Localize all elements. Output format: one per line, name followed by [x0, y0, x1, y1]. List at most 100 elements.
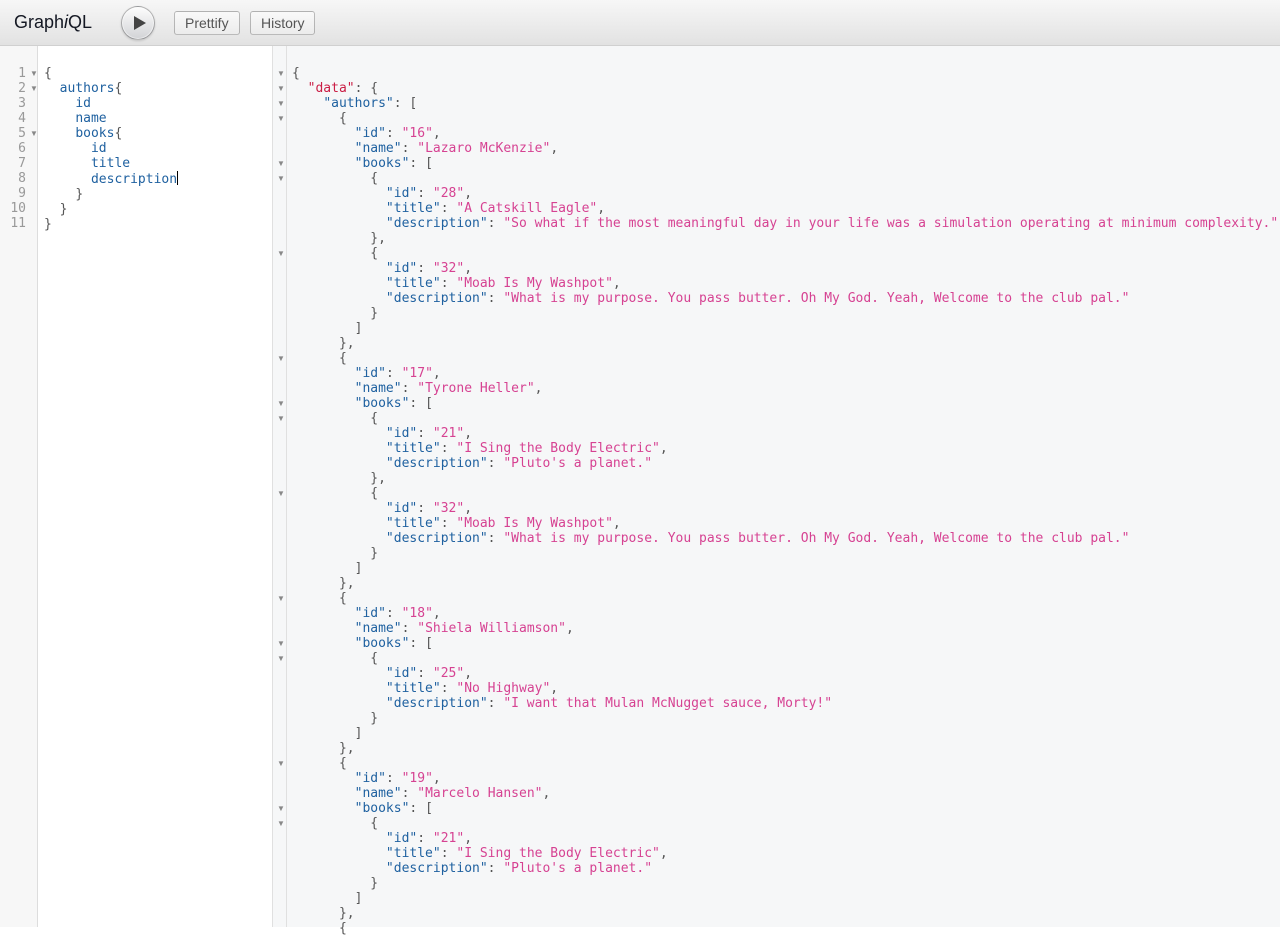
fold-arrow-icon[interactable]: ▼: [277, 66, 285, 81]
query-line: books{: [44, 126, 178, 141]
json-value: "17": [401, 366, 433, 381]
json-value: "Marcelo Hansen": [417, 786, 543, 801]
result-line: ]: [292, 891, 363, 906]
json-value: "16": [401, 126, 433, 141]
fold-arrow-icon[interactable]: ▼: [277, 816, 285, 831]
result-line: "description": "What is my purpose. You …: [385, 291, 1130, 306]
line-number: 5: [18, 126, 26, 141]
fold-arrow-icon[interactable]: ▼: [277, 111, 285, 126]
json-key: "title": [385, 516, 441, 531]
result-line: {: [292, 486, 379, 501]
history-button[interactable]: History: [250, 11, 315, 35]
fold-arrow-icon[interactable]: ▼: [277, 756, 285, 771]
line-number: 1: [18, 66, 26, 81]
result-line: "authors": [: [323, 96, 418, 111]
query-text[interactable]: { authors{ id name books{ id title descr…: [44, 66, 179, 232]
result-line: "title": "No Highway",: [385, 681, 559, 696]
query-line: name: [44, 111, 178, 126]
result-line: "title": "Moab Is My Washpot",: [385, 276, 621, 291]
result-line: },: [292, 471, 386, 486]
query-line: }: [44, 202, 178, 217]
result-line: {: [292, 351, 347, 366]
query-field: name: [75, 111, 107, 126]
result-line: "title": "A Catskill Eagle",: [385, 201, 606, 216]
result-line: "books": [: [354, 396, 433, 411]
fold-arrow-icon[interactable]: ▼: [277, 246, 285, 261]
query-line: description: [44, 171, 179, 187]
fold-arrow-icon[interactable]: ▼: [30, 126, 38, 141]
toolbar: GraphiQL Prettify History: [0, 0, 1280, 46]
json-value: "So what if the most meaningful day in y…: [503, 216, 1279, 231]
result-line: "name": "Shiela Williamson",: [354, 621, 574, 636]
json-key: "name": [354, 381, 402, 396]
result-line: "name": "Lazaro McKenzie",: [354, 141, 559, 156]
json-key: "id": [354, 606, 386, 621]
json-key: "name": [354, 786, 402, 801]
result-json: { "data": { "authors": [ { "id": "16", "…: [292, 66, 1278, 936]
fold-arrow-icon[interactable]: ▼: [277, 351, 285, 366]
json-key: "title": [385, 441, 441, 456]
fold-arrow-icon[interactable]: ▼: [277, 486, 285, 501]
result-line: "id": "32",: [385, 261, 473, 276]
line-number: 6: [18, 141, 26, 156]
brace: }: [59, 202, 68, 217]
line-number: 7: [18, 156, 26, 171]
result-line: {: [292, 756, 347, 771]
query-field: title: [90, 156, 131, 171]
execute-query-button[interactable]: [121, 6, 155, 40]
fold-arrow-icon[interactable]: ▼: [277, 591, 285, 606]
fold-arrow-icon[interactable]: ▼: [277, 801, 285, 816]
json-key: "id": [385, 666, 418, 681]
json-key: "id": [385, 501, 418, 516]
result-line: "id": "17",: [354, 366, 441, 381]
fold-arrow-icon[interactable]: ▼: [277, 171, 285, 186]
fold-arrow-icon[interactable]: ▼: [30, 66, 38, 81]
query-line: title: [44, 156, 178, 171]
json-key: "description": [385, 861, 488, 876]
result-line: }: [292, 306, 379, 321]
json-key: "description": [385, 531, 488, 546]
fold-arrow-icon[interactable]: ▼: [277, 651, 285, 666]
result-line: "data": {: [307, 81, 379, 96]
json-value: "28": [432, 186, 465, 201]
json-value: "I want that Mulan McNugget sauce, Morty…: [503, 696, 833, 711]
json-value: "Moab Is My Washpot": [456, 276, 613, 291]
json-punct: {: [338, 921, 347, 936]
json-key: "title": [385, 681, 441, 696]
fold-arrow-icon[interactable]: ▼: [277, 96, 285, 111]
fold-arrow-icon[interactable]: ▼: [277, 156, 285, 171]
fold-arrow-icon[interactable]: ▼: [277, 396, 285, 411]
json-key: "id": [385, 186, 418, 201]
brace: {: [114, 81, 123, 96]
result-line: "id": "19",: [354, 771, 441, 786]
fold-arrow-icon[interactable]: ▼: [277, 636, 285, 651]
json-key: "books": [354, 801, 410, 816]
result-line: },: [292, 231, 386, 246]
result-line: "books": [: [354, 636, 433, 651]
json-key: "name": [354, 141, 402, 156]
json-key: "id": [385, 426, 418, 441]
line-number: 11: [10, 216, 26, 231]
query-field: authors: [59, 81, 115, 96]
app-title: GraphiQL: [14, 12, 93, 32]
json-key: "id": [385, 261, 418, 276]
json-value: "21": [432, 831, 465, 846]
result-line: "id": "16",: [354, 126, 441, 141]
line-number: 4: [18, 111, 26, 126]
json-value: "Tyrone Heller": [417, 381, 535, 396]
query-line: {: [44, 66, 178, 81]
fold-arrow-icon[interactable]: ▼: [277, 81, 285, 96]
query-field: description: [90, 172, 178, 187]
result-line: "id": "28",: [385, 186, 473, 201]
fold-arrow-icon[interactable]: ▼: [277, 411, 285, 426]
result-line: "name": "Tyrone Heller",: [354, 381, 543, 396]
prettify-button[interactable]: Prettify: [174, 11, 240, 35]
query-editor[interactable]: 1 2 3 4 5 6 7 8 9 10 11 ▼ ▼ ▼ { authors{ id name boo…: [0, 46, 273, 927]
result-line: {: [292, 921, 1278, 936]
json-value: "32": [432, 501, 465, 516]
fold-arrow-icon[interactable]: ▼: [30, 81, 38, 96]
brace: }: [75, 187, 84, 202]
result-line: {: [292, 591, 347, 606]
json-value: "18": [401, 606, 433, 621]
json-value: "19": [401, 771, 433, 786]
